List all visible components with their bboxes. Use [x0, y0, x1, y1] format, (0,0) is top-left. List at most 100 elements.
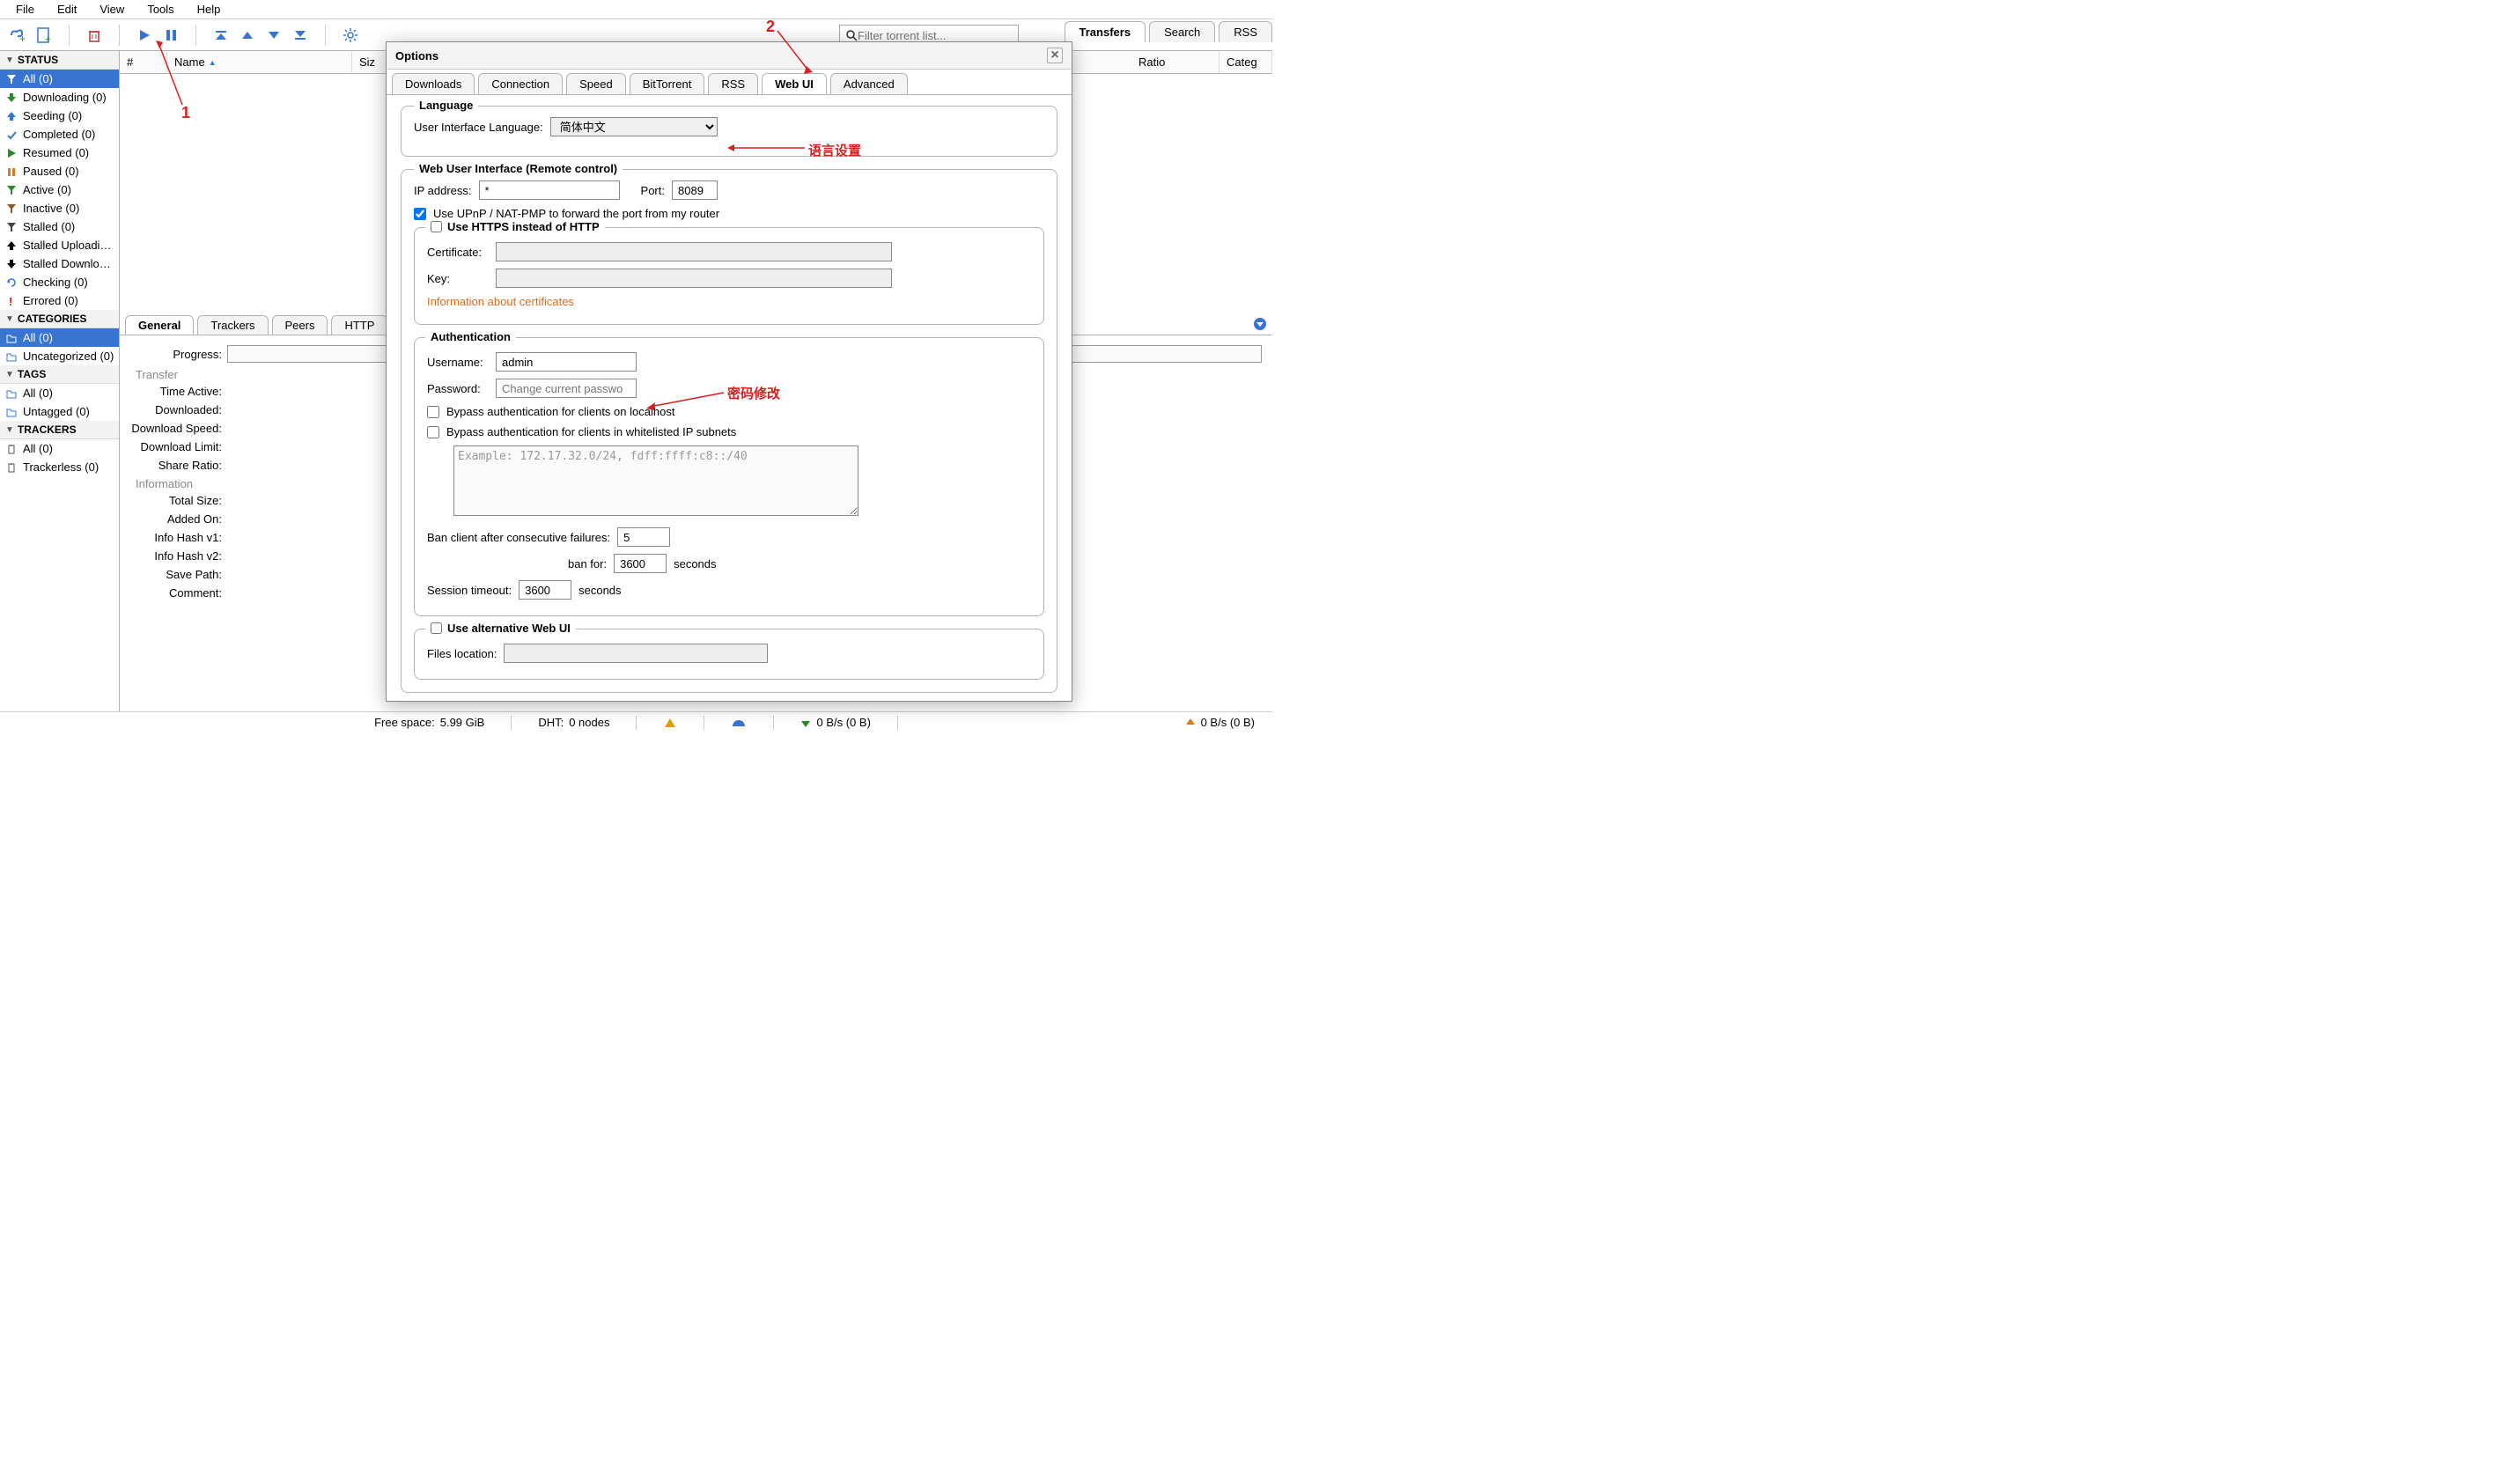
- sidebar-tags-item-0[interactable]: All (0): [0, 384, 119, 402]
- detail-tab-http[interactable]: HTTP: [331, 315, 387, 335]
- tab-search[interactable]: Search: [1149, 21, 1215, 42]
- dtab-rss[interactable]: RSS: [708, 73, 758, 94]
- svg-text:!: !: [9, 296, 12, 306]
- tab-transfers[interactable]: Transfers: [1065, 21, 1146, 42]
- folder-icon: [5, 332, 18, 344]
- ip-input[interactable]: [479, 180, 620, 200]
- cert-info-link[interactable]: Information about certificates: [427, 295, 574, 308]
- sidebar-status-item-5[interactable]: Paused (0): [0, 162, 119, 180]
- subnet-textarea: Example: 172.17.32.0/24, fdff:ffff:c8::/…: [453, 445, 858, 516]
- ban-label: Ban client after consecutive failures:: [427, 531, 610, 544]
- sidebar-status-item-1[interactable]: Downloading (0): [0, 88, 119, 107]
- move-down-icon[interactable]: [265, 26, 283, 44]
- add-file-icon[interactable]: +: [35, 26, 53, 44]
- cert-label: Certificate:: [427, 246, 489, 259]
- status-altspeed-icon[interactable]: [663, 717, 677, 729]
- dtab-speed[interactable]: Speed: [566, 73, 626, 94]
- col-name[interactable]: Name▲: [167, 52, 352, 72]
- delete-icon[interactable]: [85, 26, 103, 44]
- arrow-down-black-icon: [5, 258, 18, 270]
- dtab-advanced[interactable]: Advanced: [830, 73, 908, 94]
- sidebar-categories-header[interactable]: ▼CATEGORIES: [0, 310, 119, 328]
- move-up-icon[interactable]: [239, 26, 256, 44]
- detail-label: Download Speed:: [130, 422, 227, 435]
- progress-label: Progress:: [130, 348, 227, 361]
- tab-rss[interactable]: RSS: [1219, 21, 1272, 42]
- status-upload[interactable]: 0 B/s (0 B): [1185, 716, 1255, 729]
- menu-edit[interactable]: Edit: [47, 1, 87, 18]
- sidebar-status-item-0[interactable]: All (0): [0, 70, 119, 88]
- sidebar-trackers-item-0[interactable]: All (0): [0, 439, 119, 458]
- bypass-local-checkbox[interactable]: [427, 406, 439, 418]
- password-input[interactable]: [496, 379, 637, 398]
- search-input[interactable]: [858, 29, 1013, 42]
- session-input[interactable]: [519, 580, 571, 600]
- detail-tab-trackers[interactable]: Trackers: [197, 315, 268, 335]
- cert-input: [496, 242, 892, 261]
- move-bottom-icon[interactable]: [291, 26, 309, 44]
- dtab-downloads[interactable]: Downloads: [392, 73, 475, 94]
- status-dht: DHT: 0 nodes: [538, 716, 609, 729]
- status-download[interactable]: 0 B/s (0 B): [800, 716, 870, 729]
- detail-label: Total Size:: [130, 494, 227, 507]
- error-red-icon: !: [5, 295, 18, 307]
- sidebar-item-label: All (0): [23, 386, 53, 400]
- settings-icon[interactable]: [342, 26, 359, 44]
- sidebar-tags-item-1[interactable]: Untagged (0): [0, 402, 119, 421]
- dtab-webui[interactable]: Web UI: [762, 73, 827, 94]
- sidebar-status-item-10[interactable]: Stalled Downlo…: [0, 254, 119, 273]
- dialog-titlebar: Options ×: [387, 42, 1072, 70]
- sidebar-item-label: Resumed (0): [23, 146, 89, 159]
- port-input[interactable]: [672, 180, 718, 200]
- dialog-close-button[interactable]: ×: [1047, 48, 1063, 63]
- sidebar-status-item-8[interactable]: Stalled (0): [0, 217, 119, 236]
- https-checkbox[interactable]: [431, 221, 442, 232]
- banfor-input[interactable]: [614, 554, 667, 573]
- sidebar-status-item-9[interactable]: Stalled Uploadi…: [0, 236, 119, 254]
- bypass-subnet-checkbox[interactable]: [427, 426, 439, 438]
- move-top-icon[interactable]: [212, 26, 230, 44]
- sidebar-status-item-6[interactable]: Active (0): [0, 180, 119, 199]
- detail-label: Added On:: [130, 512, 227, 526]
- detail-tab-peers[interactable]: Peers: [272, 315, 328, 335]
- pause-icon[interactable]: [162, 26, 180, 44]
- sidebar-status-header[interactable]: ▼STATUS: [0, 51, 119, 70]
- collapse-details-icon[interactable]: [1253, 317, 1267, 334]
- resume-icon[interactable]: [136, 26, 153, 44]
- sidebar-trackers-header[interactable]: ▼TRACKERS: [0, 421, 119, 439]
- language-legend: Language: [414, 99, 478, 112]
- menu-view[interactable]: View: [89, 1, 135, 18]
- menu-file[interactable]: File: [5, 1, 45, 18]
- add-link-icon[interactable]: +: [9, 26, 26, 44]
- sidebar-item-label: Active (0): [23, 183, 71, 196]
- sidebar-item-label: Uncategorized (0): [23, 350, 114, 363]
- sidebar-item-label: Stalled Downlo…: [23, 257, 111, 270]
- status-speedometer-icon[interactable]: [731, 718, 747, 728]
- upnp-checkbox[interactable]: [414, 208, 426, 220]
- sidebar-tags-header[interactable]: ▼TAGS: [0, 365, 119, 384]
- username-input[interactable]: [496, 352, 637, 372]
- ban-input[interactable]: [617, 527, 670, 547]
- altui-checkbox[interactable]: [431, 622, 442, 634]
- language-select[interactable]: 简体中文: [550, 117, 718, 136]
- ip-label: IP address:: [414, 184, 472, 197]
- sidebar-status-item-12[interactable]: ! Errored (0): [0, 291, 119, 310]
- col-categ[interactable]: Categ: [1219, 51, 1272, 73]
- sidebar-trackers-item-1[interactable]: Trackerless (0): [0, 458, 119, 476]
- sidebar-status-item-3[interactable]: Completed (0): [0, 125, 119, 144]
- sidebar-status-item-2[interactable]: Seeding (0): [0, 107, 119, 125]
- sidebar-item-label: Errored (0): [23, 294, 78, 307]
- menu-help[interactable]: Help: [187, 1, 232, 18]
- dtab-connection[interactable]: Connection: [478, 73, 563, 94]
- col-ratio[interactable]: Ratio: [1131, 51, 1219, 73]
- col-size[interactable]: Siz: [352, 52, 387, 72]
- col-num[interactable]: #: [120, 52, 167, 72]
- sidebar-status-item-11[interactable]: Checking (0): [0, 273, 119, 291]
- sidebar-categories-item-0[interactable]: All (0): [0, 328, 119, 347]
- sidebar-status-item-7[interactable]: Inactive (0): [0, 199, 119, 217]
- dtab-bittorrent[interactable]: BitTorrent: [630, 73, 705, 94]
- sidebar-status-item-4[interactable]: Resumed (0): [0, 144, 119, 162]
- sidebar-categories-item-1[interactable]: Uncategorized (0): [0, 347, 119, 365]
- detail-tab-general[interactable]: General: [125, 315, 194, 335]
- menu-tools[interactable]: Tools: [136, 1, 184, 18]
